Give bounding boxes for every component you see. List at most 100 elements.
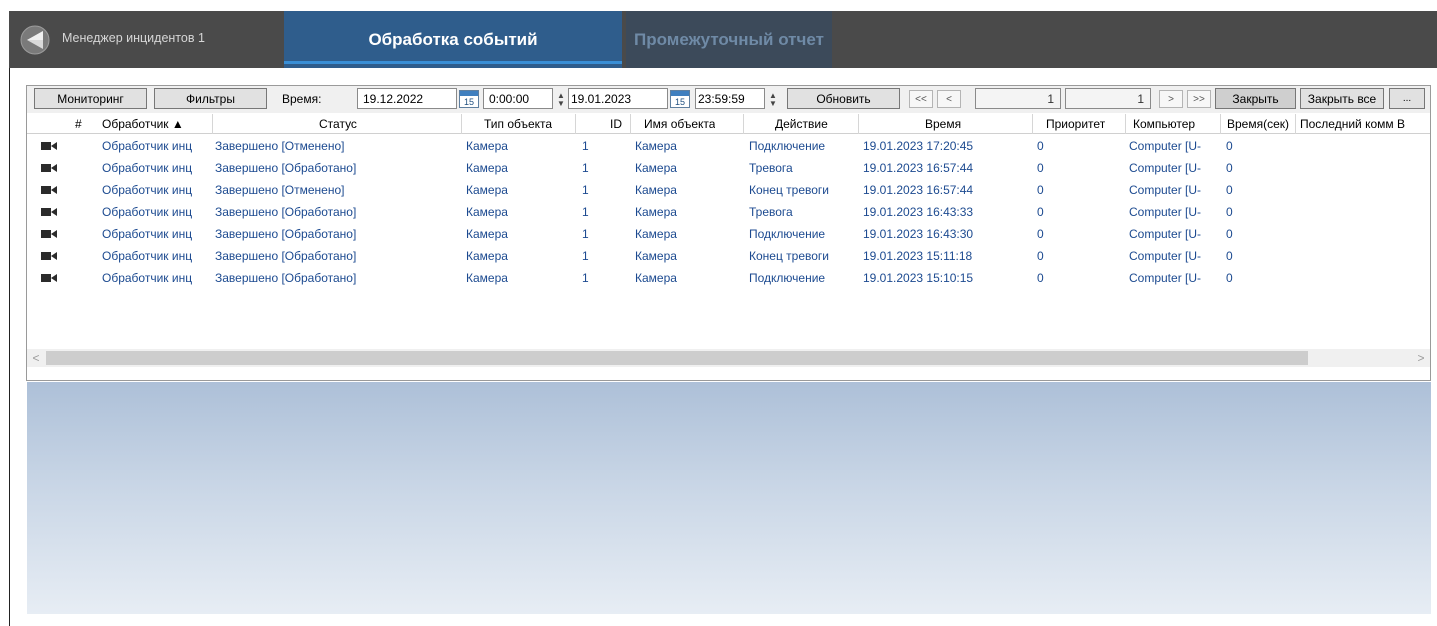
active-tab-indicator [284,61,622,64]
cell-time-sec: 0 [1226,227,1233,241]
prev-page-button[interactable]: < [937,90,961,108]
video-camera-icon [41,142,57,150]
cell-handler: Обработчик инц [102,271,193,285]
table-row[interactable]: Обработчик инц Завершено [Обработано] Каме… [27,267,1430,289]
col-priority[interactable]: Приоритет [1046,117,1105,131]
cell-time: 19.01.2023 15:11:18 [863,249,973,263]
cell-handler: Обработчик инц [102,227,193,241]
table-row[interactable]: Обработчик инц Завершено [Обработано] Каме… [27,157,1430,179]
first-page-button[interactable]: << [909,90,933,108]
col-computer[interactable]: Компьютер [1133,117,1195,131]
cell-object-name: Камера [635,249,677,263]
col-number[interactable]: # [75,117,82,131]
cell-object-type: Камера [466,271,508,285]
table-row[interactable]: Обработчик инц Завершено [Обработано] Каме… [27,201,1430,223]
cell-time: 19.01.2023 16:43:30 [863,227,974,241]
cell-time-sec: 0 [1226,161,1233,175]
cell-action: Тревога [749,205,793,219]
cell-id: 1 [582,183,589,197]
col-object-name[interactable]: Имя объекта [644,117,715,131]
col-handler[interactable]: Обработчик ▲ [102,117,210,131]
col-status[interactable]: Статус [319,117,357,131]
next-page-button[interactable]: > [1159,90,1183,108]
time-to-field[interactable]: 23:59:59 [695,88,765,109]
cell-action: Подключение [749,139,826,153]
time-from-field[interactable]: 0:00:00 [483,88,553,109]
cell-object-name: Камера [635,227,677,241]
tab-interim-report[interactable]: Промежуточный отчет [626,11,832,68]
cell-time-sec: 0 [1226,249,1233,263]
details-area [27,382,1431,614]
toolbar: Мониторинг Фильтры Время: 19.12.2022 15 … [27,86,1430,113]
cell-handler: Обработчик инц [102,161,193,175]
close-all-button[interactable]: Закрыть все [1300,88,1384,109]
cell-time: 19.01.2023 15:10:15 [863,271,974,285]
cell-action: Конец тревоги [749,183,830,197]
cell-priority: 0 [1037,227,1044,241]
close-button[interactable]: Закрыть [1215,88,1296,109]
calendar-to-icon[interactable]: 15 [670,90,690,108]
scroll-left-icon[interactable]: < [29,350,43,366]
back-triangle-icon[interactable] [20,25,50,55]
video-camera-icon [41,274,57,282]
col-id[interactable]: ID [610,117,622,131]
time-to-spinner-icon[interactable]: ▲ ▼ [766,90,780,109]
table-row[interactable]: Обработчик инц Завершено [Обработано] Каме… [27,245,1430,267]
horizontal-scrollbar[interactable]: < > [27,349,1430,367]
table-row[interactable]: Обработчик инц Завершено [Обработано] Каме… [27,223,1430,245]
cell-status: Завершено [Обработано] [215,271,357,285]
cell-object-type: Камера [466,249,508,263]
cell-time-sec: 0 [1226,139,1233,153]
cell-object-type: Камера [466,183,508,197]
monitoring-button[interactable]: Мониторинг [34,88,147,109]
cell-id: 1 [582,205,589,219]
cell-status: Завершено [Обработано] [215,249,357,263]
cell-status: Завершено [Обработано] [215,227,357,241]
date-from-field[interactable]: 19.12.2022 [357,88,457,109]
calendar-from-icon[interactable]: 15 [459,90,479,108]
cell-action: Подключение [749,227,826,241]
cell-handler: Обработчик инц [102,183,193,197]
cell-time: 19.01.2023 16:43:33 [863,205,974,219]
col-last-comment[interactable]: Последний комм В [1300,117,1430,131]
cell-status: Завершено [Обработано] [215,205,357,219]
cell-time-sec: 0 [1226,205,1233,219]
cell-id: 1 [582,249,589,263]
cell-priority: 0 [1037,183,1044,197]
cell-time-sec: 0 [1226,183,1233,197]
cell-computer: Computer [U- [1129,183,1202,197]
cell-action: Тревога [749,161,793,175]
scroll-right-icon[interactable]: > [1414,350,1428,366]
cell-id: 1 [582,161,589,175]
video-camera-icon [41,230,57,238]
cell-object-type: Камера [466,205,508,219]
tab-event-processing[interactable]: Обработка событий [284,11,622,68]
cell-action: Конец тревоги [749,249,830,263]
events-panel: Мониторинг Фильтры Время: 19.12.2022 15 … [26,85,1431,381]
scrollbar-thumb[interactable] [46,351,1308,365]
cell-object-name: Камера [635,161,677,175]
col-action[interactable]: Действие [775,117,828,131]
more-button[interactable]: ... [1389,88,1425,109]
cell-time-sec: 0 [1226,271,1233,285]
cell-computer: Computer [U- [1129,161,1202,175]
table-row[interactable]: Обработчик инц Завершено [Отменено] Камера… [27,179,1430,201]
cell-priority: 0 [1037,271,1044,285]
time-from-spinner-icon[interactable]: ▲ ▼ [554,90,568,109]
col-object-type[interactable]: Тип объекта [484,117,552,131]
col-time-sec[interactable]: Время(сек) [1227,117,1289,131]
current-page-field[interactable]: 1 [975,88,1061,109]
cell-priority: 0 [1037,249,1044,263]
cell-handler: Обработчик инц [102,249,193,263]
date-to-field[interactable]: 19.01.2023 [568,88,668,109]
cell-time: 19.01.2023 17:20:45 [863,139,974,153]
filters-button[interactable]: Фильтры [154,88,267,109]
cell-object-name: Камера [635,139,677,153]
cell-id: 1 [582,271,589,285]
refresh-button[interactable]: Обновить [787,88,900,109]
last-page-button[interactable]: >> [1187,90,1211,108]
video-camera-icon [41,208,57,216]
tab-interim-report-label: Промежуточный отчет [634,29,824,49]
col-time[interactable]: Время [925,117,961,131]
table-row[interactable]: Обработчик инц Завершено [Отменено] Камера… [27,135,1430,157]
